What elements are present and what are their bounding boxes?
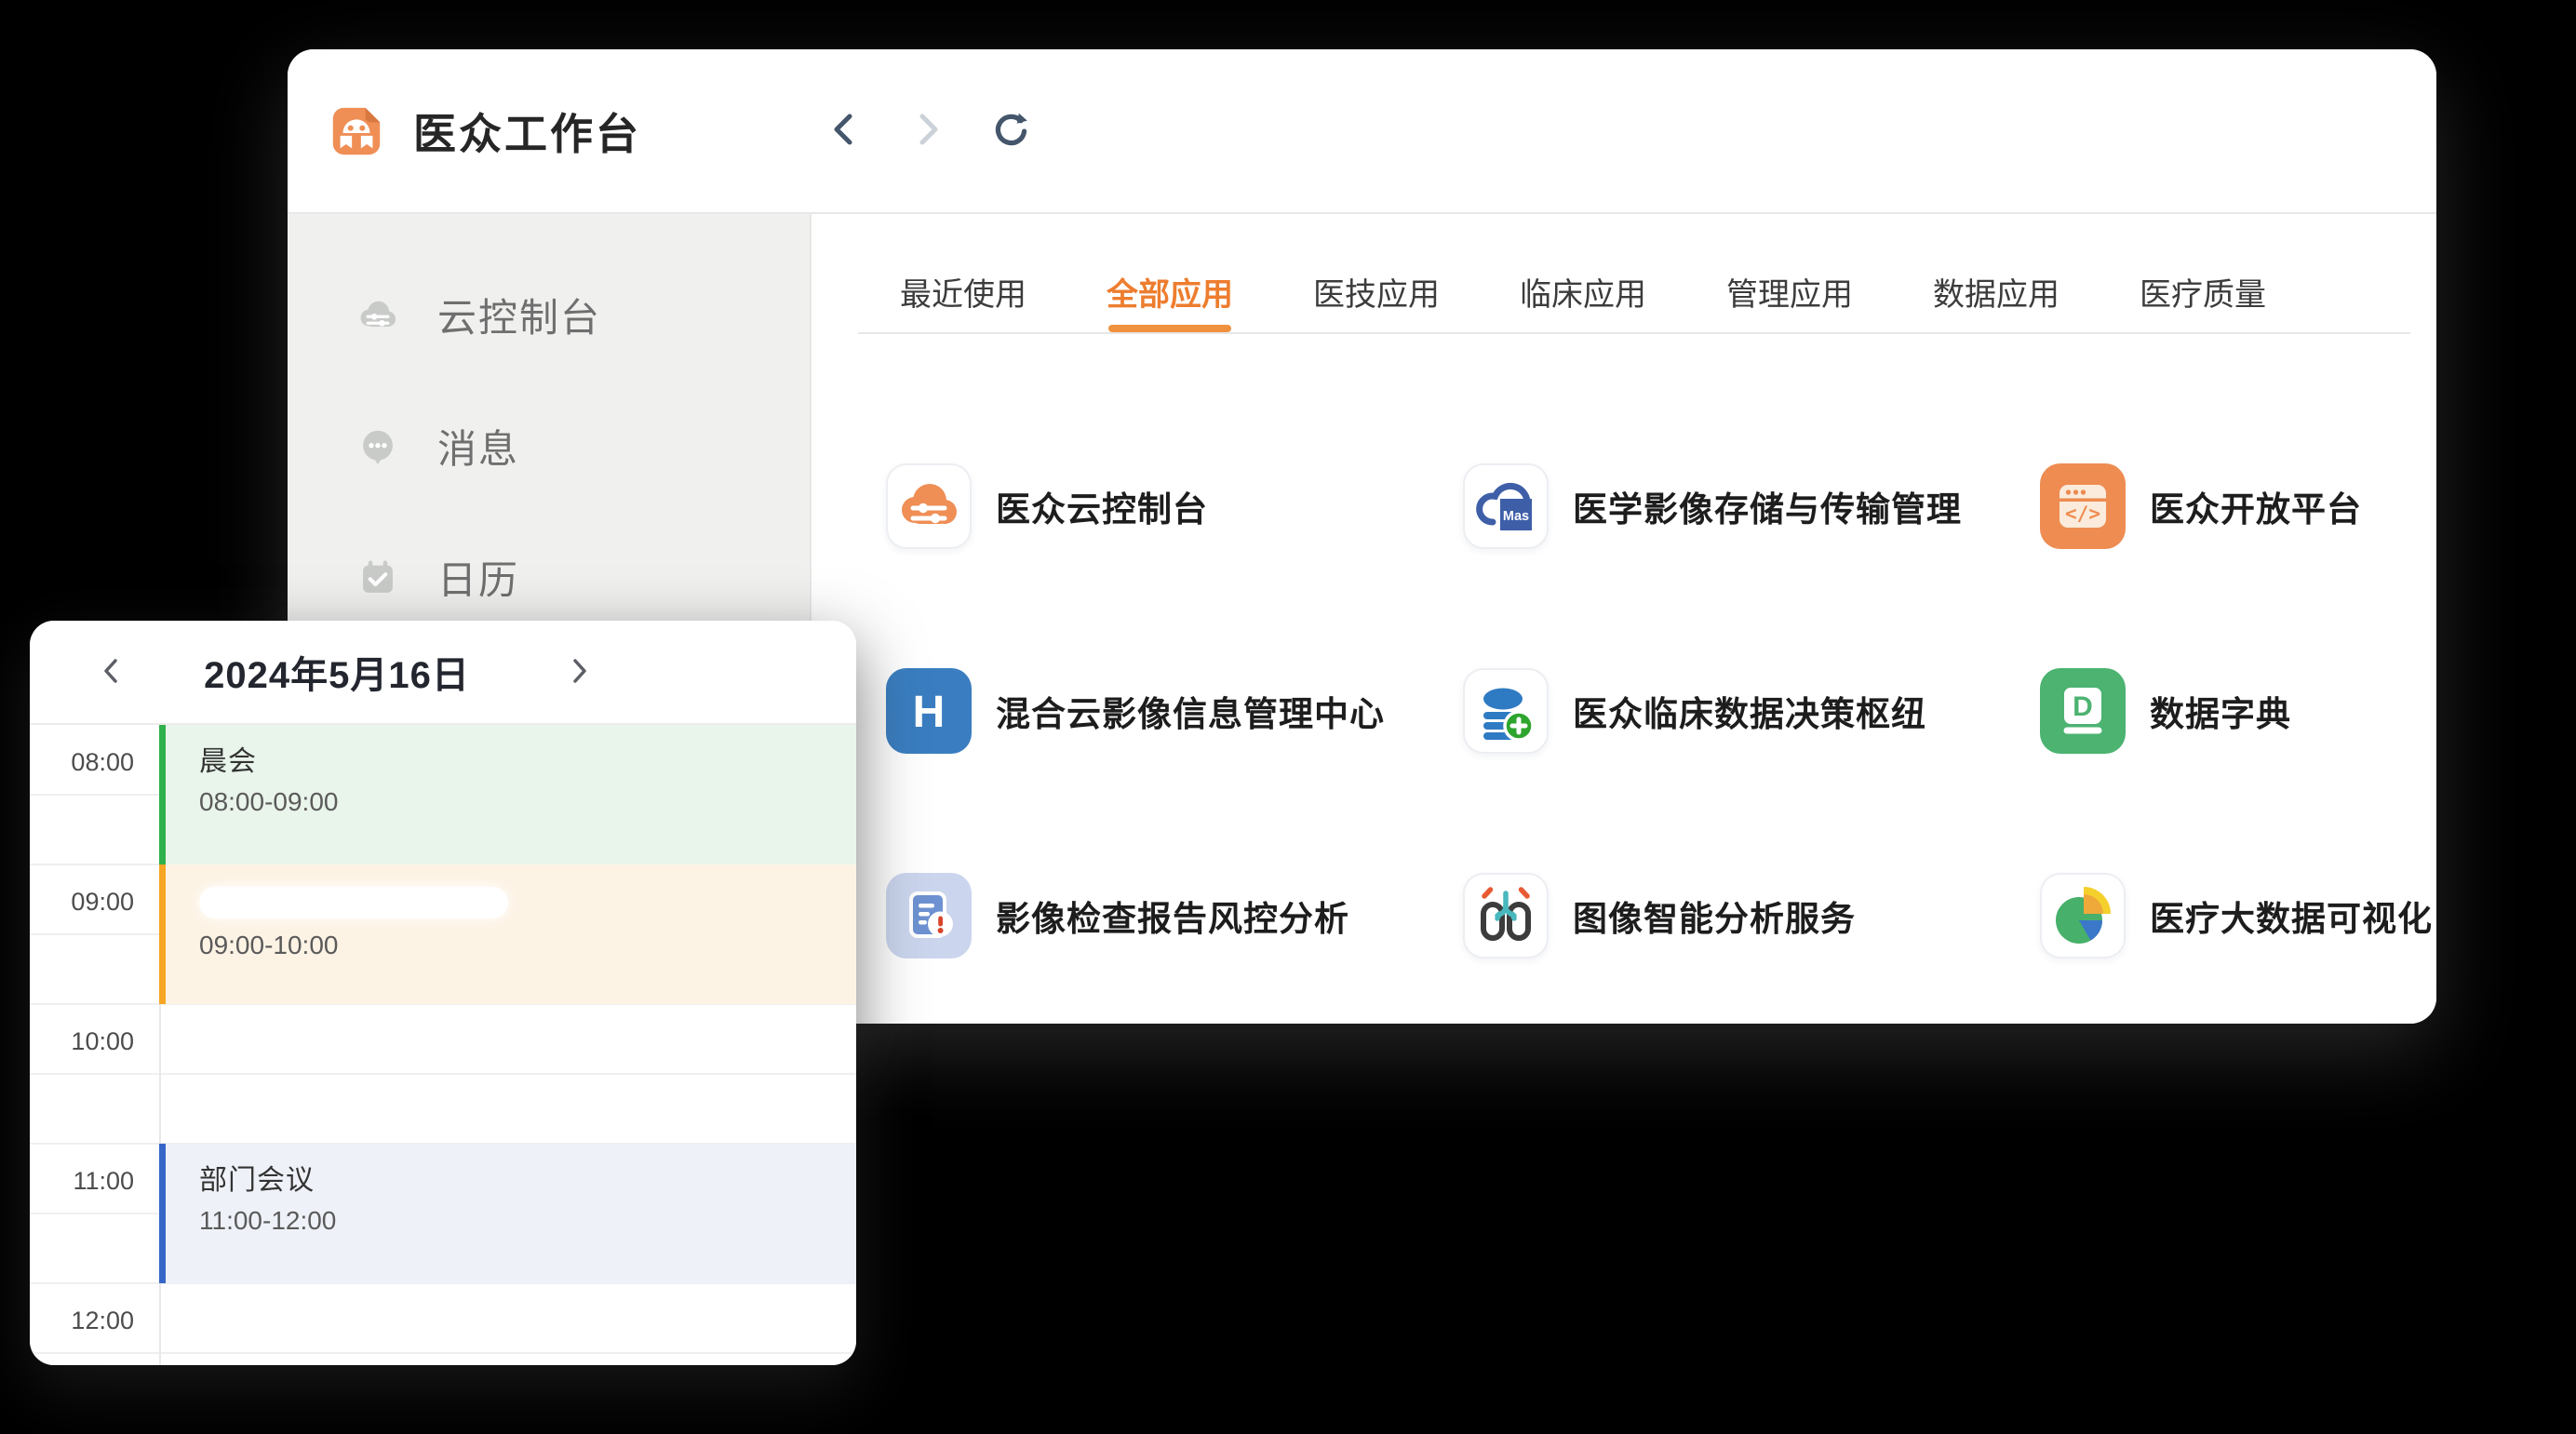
database-plus-icon <box>1463 668 1549 754</box>
tab-clinical[interactable]: 临床应用 <box>1520 251 1646 332</box>
time-label: 12:00 <box>30 1307 134 1335</box>
calendar-date-label: 2024年5月16日 <box>151 621 523 723</box>
app-report-risk[interactable]: 影像检查报告风控分析 <box>886 813 1463 1018</box>
nav-forward-button <box>906 110 949 153</box>
sidebar-item-label: 日历 <box>437 549 519 606</box>
app-bigdata-viz[interactable]: 医疗大数据可视化 <box>2040 813 2436 1018</box>
sidebar-item-cloud-console[interactable]: 云控制台 <box>288 249 810 381</box>
sidebar-item-messages[interactable]: 消息 <box>288 381 810 512</box>
back-icon <box>825 111 863 151</box>
window-header: 医众工作台 <box>288 49 2436 212</box>
app-title: 医众工作台 <box>413 101 641 162</box>
redacted-event-title <box>199 887 508 918</box>
calendar-header: 2024年5月16日 <box>30 621 856 725</box>
calendar-event-morning-meeting[interactable]: 晨会08:00-09:00 <box>159 725 856 864</box>
chevron-left-icon <box>96 655 127 690</box>
main-content: 最近使用全部应用医技应用临床应用管理应用数据应用医疗质量 医众云控制台 Mas 医学… <box>813 214 2436 1024</box>
calendar-panel: 2024年5月16日 08:00 09:00 10:00 11:00 12:00 晨会08… <box>30 621 856 1365</box>
nav-back-button[interactable] <box>823 110 865 153</box>
tab-all-apps[interactable]: 全部应用 <box>1107 251 1233 332</box>
event-time: 08:00-09:00 <box>199 784 856 820</box>
app-label: 医疗大数据可视化 <box>2150 891 2433 941</box>
app-label: 医众临床数据决策枢纽 <box>1573 686 1926 736</box>
calendar-check-icon <box>352 552 404 604</box>
event-time: 11:00-12:00 <box>199 1203 856 1239</box>
app-image-storage[interactable]: Mas 医学影像存储与传输管理 <box>1463 404 2040 609</box>
app-open-platform[interactable]: </> 医众开放平台 <box>2040 404 2436 609</box>
app-label: 医众云控制台 <box>996 481 1208 531</box>
app-image-ai[interactable]: 图像智能分析服务 <box>1463 813 2040 1018</box>
calendar-prev-button[interactable] <box>84 621 140 723</box>
tab-recent[interactable]: 最近使用 <box>900 251 1026 332</box>
svg-text:D: D <box>2073 691 2093 722</box>
mas-cloud-icon: Mas <box>1463 463 1549 549</box>
app-clinical-data-hub[interactable]: 医众临床数据决策枢纽 <box>1463 609 2040 813</box>
chevron-right-icon <box>563 655 595 690</box>
time-label: 10:00 <box>30 1027 134 1056</box>
cloud-settings-icon <box>886 463 972 549</box>
cloud-settings-icon <box>352 289 404 342</box>
code-window-icon: </> <box>2040 463 2126 549</box>
calendar-event-department-meeting[interactable]: 部门会议 11:00-12:00 <box>159 1144 856 1283</box>
calendar-body: 08:00 09:00 10:00 11:00 12:00 晨会08:00-09:00 09… <box>30 725 856 1365</box>
svg-text:Mas: Mas <box>1503 509 1529 524</box>
app-label: 影像检查报告风控分析 <box>996 891 1349 941</box>
tab-bar: 最近使用全部应用医技应用临床应用管理应用数据应用医疗质量 <box>813 214 2436 332</box>
app-hybrid-cloud-imaging[interactable]: H 混合云影像信息管理中心 <box>886 609 1463 813</box>
hospital-h-icon: H <box>886 668 972 754</box>
message-bubble-icon <box>352 421 404 473</box>
app-label: 医众开放平台 <box>2150 481 2362 531</box>
tab-medtech[interactable]: 医技应用 <box>1313 251 1440 332</box>
app-label: 医学影像存储与传输管理 <box>1573 481 1962 531</box>
pie-chart-icon <box>2040 873 2126 958</box>
app-data-dictionary[interactable]: D 数据字典 <box>2040 609 2436 813</box>
svg-text:H: H <box>913 688 946 737</box>
refresh-icon <box>990 108 1033 154</box>
report-warning-icon <box>886 873 972 958</box>
svg-text:</>: </> <box>2065 503 2100 525</box>
calendar-gridline <box>30 1352 856 1354</box>
sidebar-item-label: 消息 <box>437 418 519 475</box>
app-label: 数据字典 <box>2150 686 2291 736</box>
time-label: 08:00 <box>30 748 134 777</box>
calendar-event-redacted-meeting[interactable]: 09:00-10:00 <box>159 864 856 1004</box>
app-cloud-console[interactable]: 医众云控制台 <box>886 404 1463 609</box>
lungs-icon <box>1463 873 1549 958</box>
app-logo-icon <box>328 102 385 160</box>
nav-buttons <box>823 49 1033 212</box>
event-time: 09:00-10:00 <box>199 928 856 963</box>
calendar-gridline <box>30 1073 856 1075</box>
app-label: 图像智能分析服务 <box>1573 891 1856 941</box>
dictionary-book-icon: D <box>2040 668 2126 754</box>
time-label: 09:00 <box>30 888 134 917</box>
app-grid: 医众云控制台 Mas 医学影像存储与传输管理 </> 医众开放平台 H 混合云影像信息管理中… <box>813 334 2436 1018</box>
sidebar-item-label: 云控制台 <box>437 287 601 343</box>
event-title: 晨会 <box>199 744 856 781</box>
event-title: 部门会议 <box>199 1162 856 1199</box>
tab-quality[interactable]: 医疗质量 <box>2140 251 2266 332</box>
tab-admin[interactable]: 管理应用 <box>1726 251 1853 332</box>
app-label: 混合云影像信息管理中心 <box>996 686 1385 736</box>
forward-icon <box>909 111 946 151</box>
time-label: 11:00 <box>30 1167 134 1196</box>
calendar-next-button[interactable] <box>551 621 607 723</box>
tab-data[interactable]: 数据应用 <box>1933 251 2059 332</box>
nav-refresh-button[interactable] <box>990 110 1033 153</box>
